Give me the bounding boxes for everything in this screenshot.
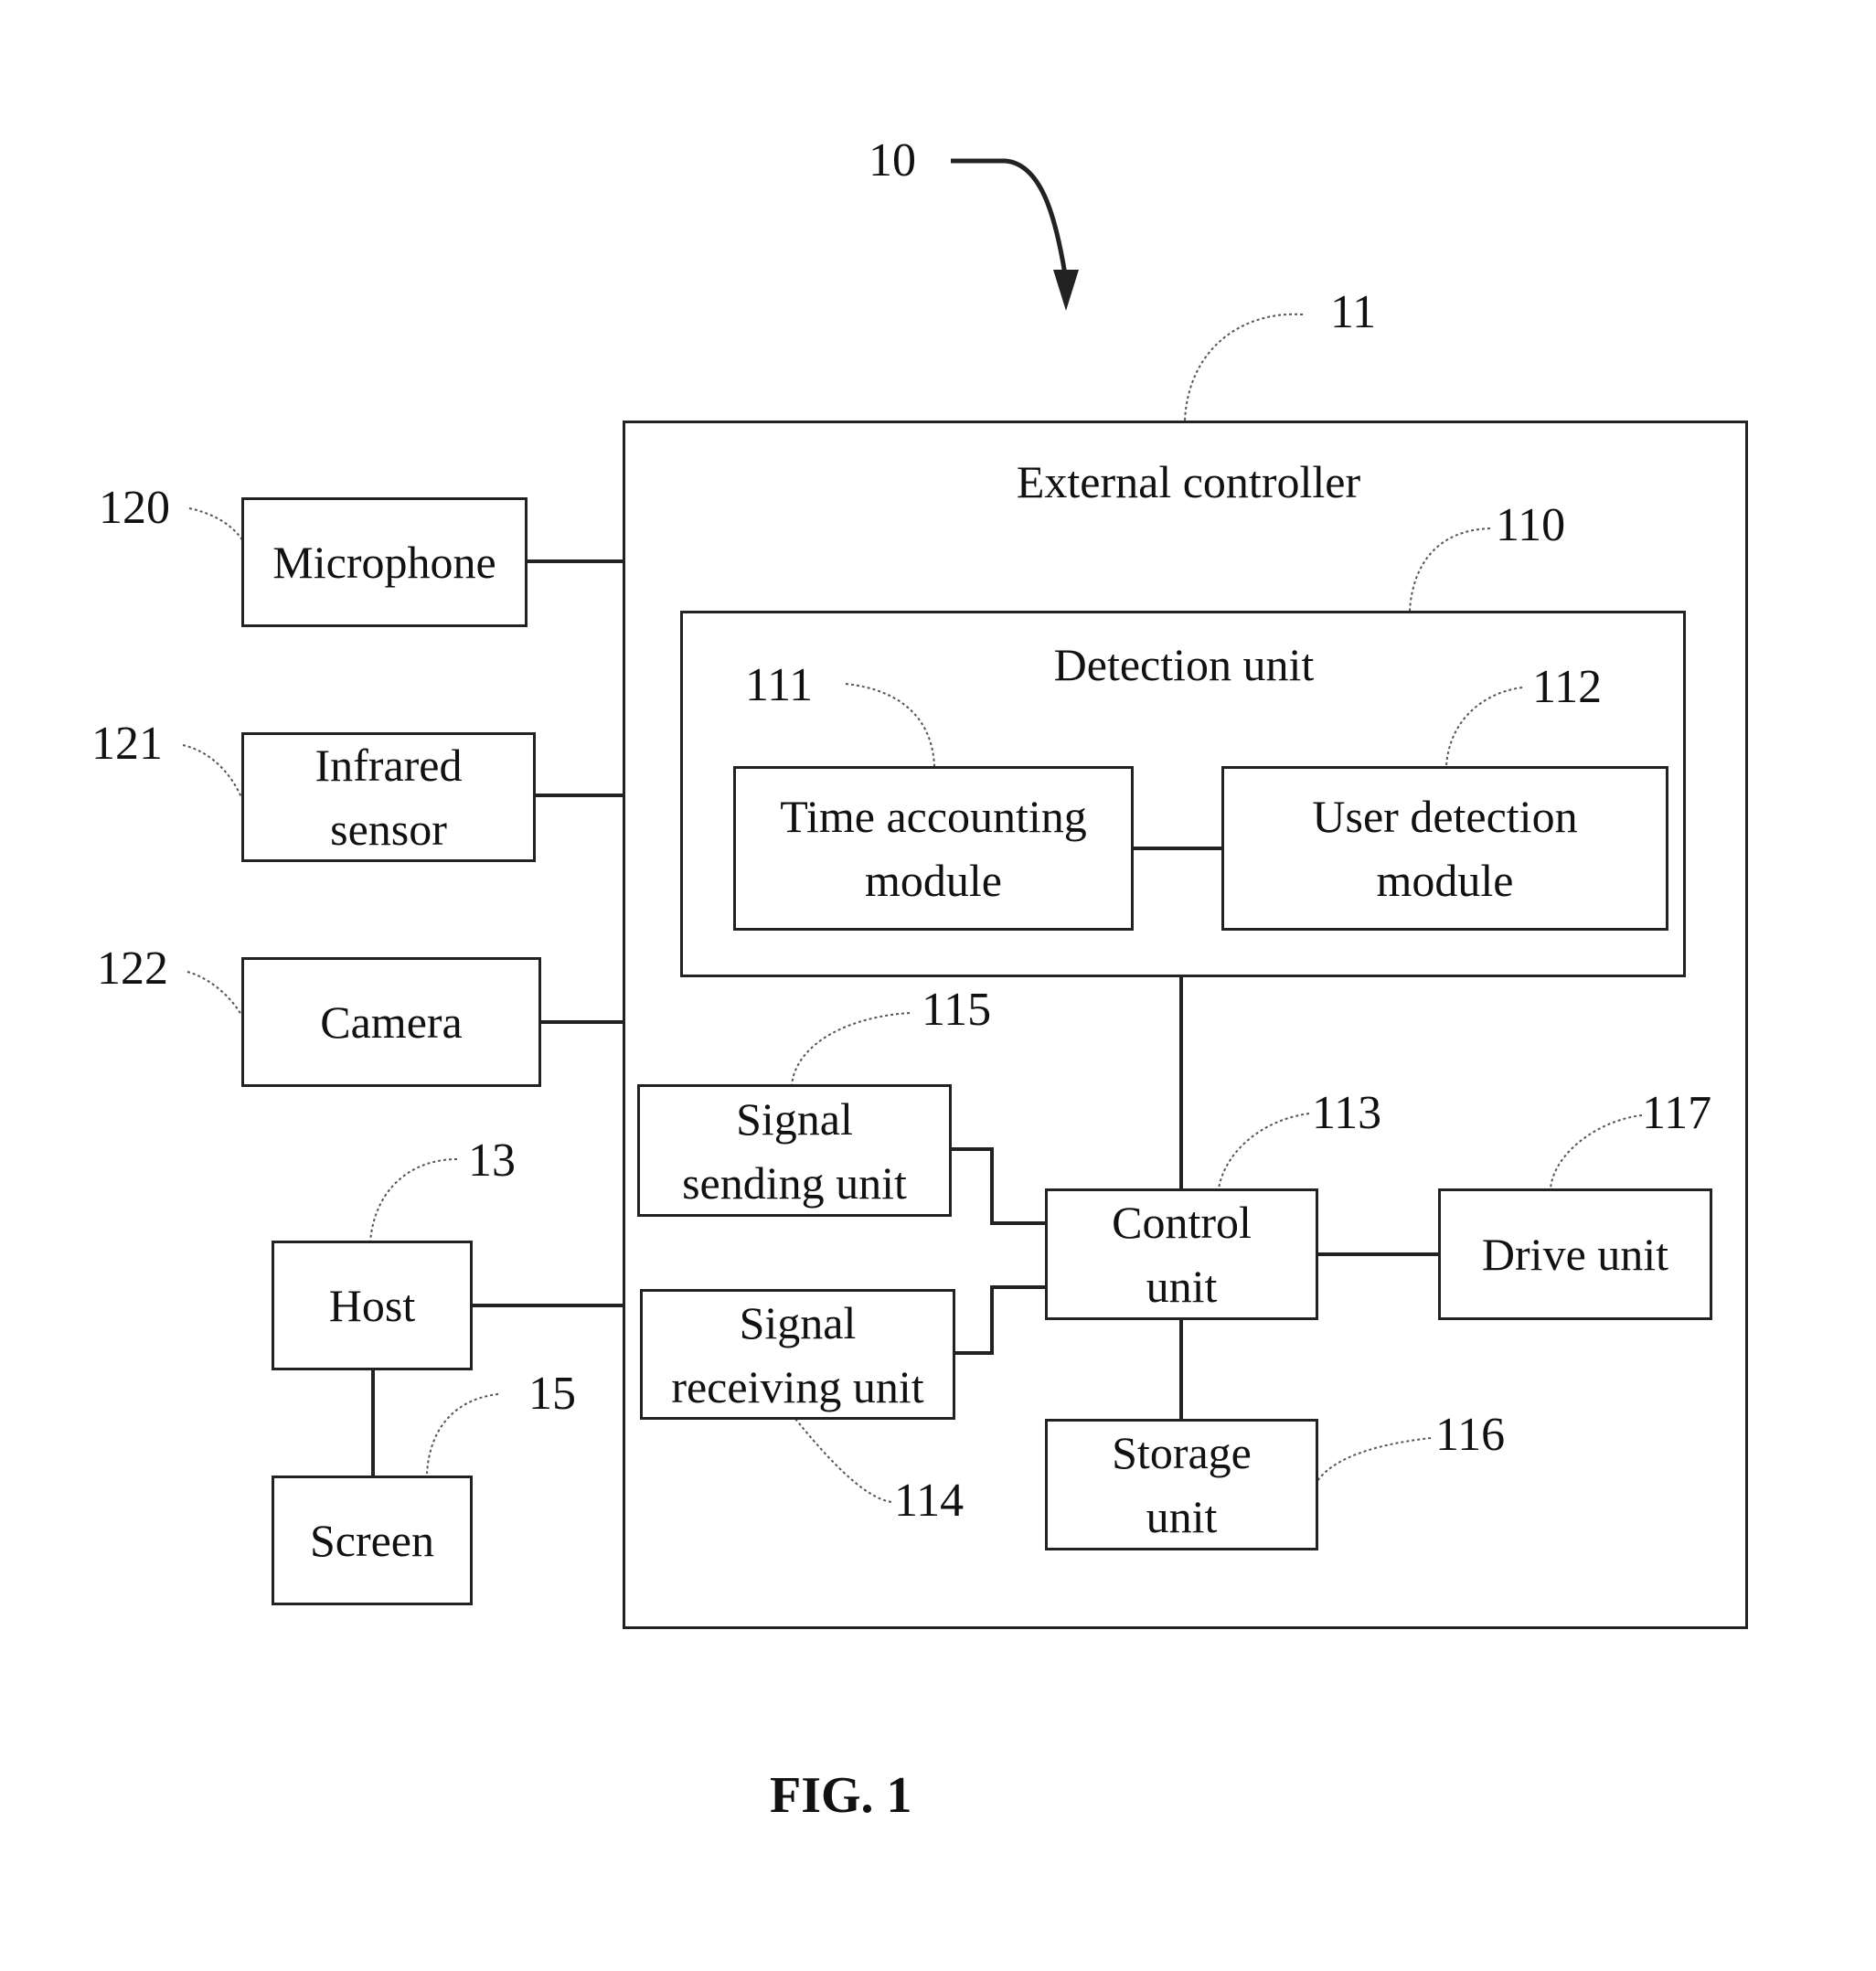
storage-unit-label-line2: unit bbox=[1146, 1491, 1218, 1542]
control-unit-box: Control unit bbox=[1045, 1188, 1318, 1320]
signal-sending-unit-box: Signal sending unit bbox=[637, 1084, 952, 1217]
leader-13 bbox=[369, 1158, 458, 1242]
screen-label: Screen bbox=[309, 1515, 435, 1566]
camera-box: Camera bbox=[241, 957, 541, 1087]
infrared-sensor-box: Infrared sensor bbox=[241, 732, 536, 862]
ref-122: 122 bbox=[97, 943, 168, 995]
ref-120: 120 bbox=[99, 482, 170, 534]
leader-121 bbox=[182, 744, 242, 798]
infrared-label-line1: Infrared bbox=[314, 740, 463, 791]
leader-120 bbox=[188, 507, 244, 542]
host-box: Host bbox=[272, 1241, 473, 1370]
drive-unit-label: Drive unit bbox=[1481, 1229, 1669, 1280]
storage-unit-box: Storage unit bbox=[1045, 1419, 1318, 1550]
time-accounting-module-box: Time accounting module bbox=[733, 766, 1134, 931]
detection-unit-label: Detection unit bbox=[1053, 639, 1315, 690]
infrared-label-line2: sensor bbox=[330, 804, 447, 855]
leader-11 bbox=[1184, 313, 1304, 421]
ref-10: 10 bbox=[869, 134, 916, 186]
arrow-head bbox=[1053, 270, 1079, 311]
control-unit-label-line1: Control bbox=[1112, 1197, 1252, 1248]
camera-label: Camera bbox=[320, 996, 463, 1048]
user-detection-label-line2: module bbox=[1376, 855, 1514, 906]
control-unit-label-line2: unit bbox=[1146, 1261, 1218, 1312]
user-detection-label-line1: User detection bbox=[1312, 791, 1578, 842]
storage-unit-label-line1: Storage bbox=[1112, 1427, 1252, 1478]
user-detection-module-box: User detection module bbox=[1221, 766, 1668, 931]
signal-sending-label-line2: sending unit bbox=[682, 1156, 907, 1209]
signal-receiving-label-line1: Signal bbox=[739, 1296, 857, 1348]
leader-122 bbox=[187, 971, 242, 1016]
leader-15 bbox=[426, 1393, 499, 1475]
external-controller-label: External controller bbox=[1016, 456, 1361, 507]
ref-15: 15 bbox=[528, 1368, 576, 1420]
time-accounting-label-line2: module bbox=[865, 855, 1002, 906]
screen-box: Screen bbox=[272, 1476, 473, 1605]
signal-receiving-unit-box: Signal receiving unit bbox=[640, 1289, 955, 1420]
host-label: Host bbox=[328, 1280, 416, 1331]
ref-11: 11 bbox=[1330, 286, 1377, 338]
ref-13: 13 bbox=[468, 1135, 516, 1187]
figure-caption: FIG. 1 bbox=[770, 1767, 912, 1824]
time-accounting-label-line1: Time accounting bbox=[780, 791, 1087, 842]
microphone-box: Microphone bbox=[241, 497, 528, 627]
ref-121: 121 bbox=[91, 718, 163, 770]
drive-unit-box: Drive unit bbox=[1438, 1188, 1712, 1320]
signal-receiving-label-line2: receiving unit bbox=[671, 1360, 924, 1412]
microphone-label: Microphone bbox=[272, 537, 496, 588]
signal-sending-label-line1: Signal bbox=[736, 1092, 853, 1145]
system-arrow bbox=[951, 158, 1068, 275]
